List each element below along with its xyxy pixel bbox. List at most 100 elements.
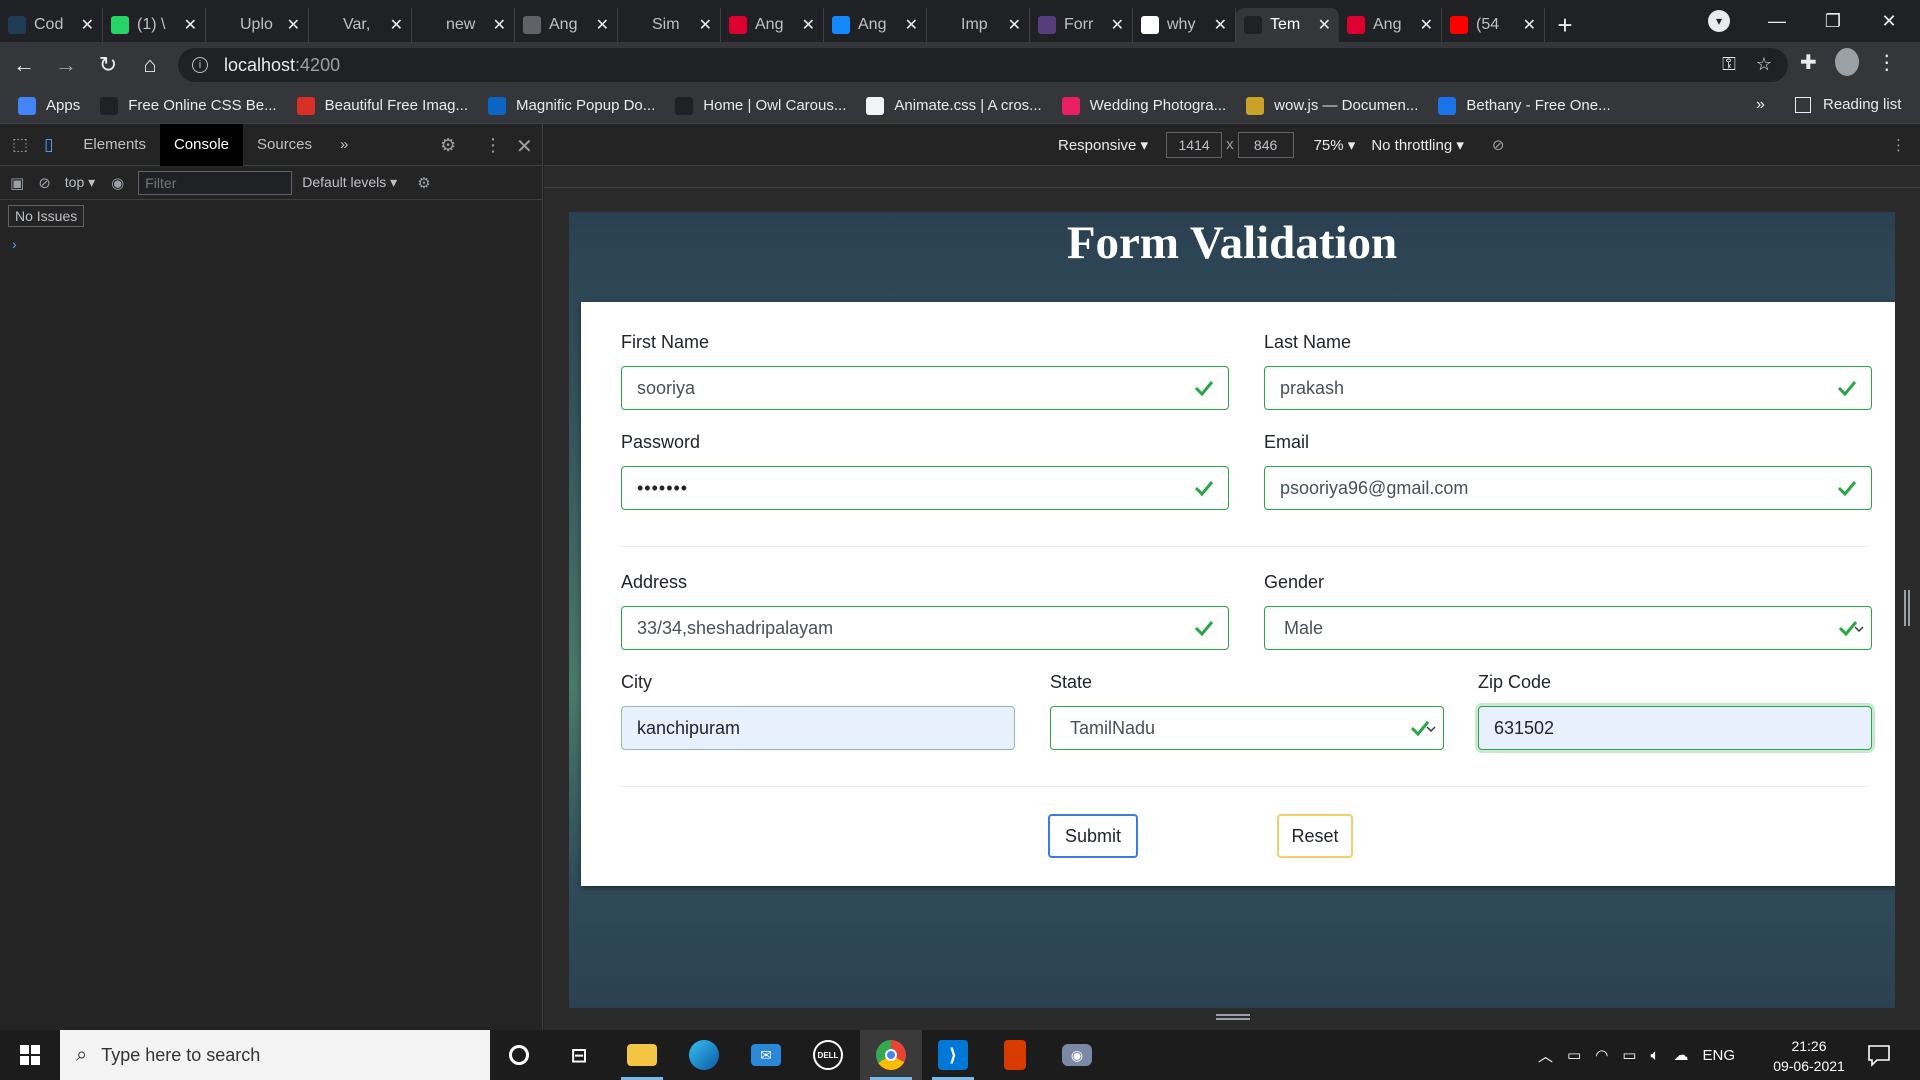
bookmarks-overflow-button[interactable]: » [1756,96,1765,114]
profile-avatar[interactable] [1834,48,1859,76]
bookmark-item[interactable]: Wedding Photogra... [1061,96,1226,115]
close-tab-icon[interactable]: ✕ [905,15,918,35]
chrome-icon[interactable] [860,1030,922,1080]
browser-tab[interactable]: Ang ✕ [824,8,927,42]
dell-icon[interactable]: DELL [797,1030,859,1080]
devtools-menu-icon[interactable]: ⋮ [484,135,502,156]
close-tab-icon[interactable]: ✕ [81,15,94,35]
devtools-settings-icon[interactable]: ⚙ [440,135,456,156]
vscode-icon[interactable]: ⟩ [922,1030,984,1080]
console-settings-icon[interactable]: ⚙ [417,174,430,192]
browser-tab[interactable]: Tem ✕ [1236,8,1339,42]
browser-tab[interactable]: why ✕ [1133,8,1236,42]
close-tab-icon[interactable]: ✕ [1008,15,1021,35]
browser-tab[interactable]: (1) \ ✕ [103,8,206,42]
task-view-icon[interactable]: ⊟ [548,1030,610,1080]
input-language[interactable]: ENG [1703,1047,1736,1064]
live-expression-eye-icon[interactable]: ◉ [111,174,124,192]
restore-button[interactable]: ❐ [1810,6,1856,36]
bookmark-item[interactable]: Magnific Popup Do... [488,96,655,115]
browser-tab[interactable]: Sim ✕ [618,8,721,42]
minimize-button[interactable]: — [1754,6,1800,36]
browser-tab[interactable]: Ang ✕ [1339,8,1442,42]
home-button[interactable]: ⌂ [132,47,168,83]
tab-elements[interactable]: Elements [69,124,160,166]
device-toolbar-icon[interactable]: ▯ [44,135,53,155]
inspect-element-icon[interactable]: ⬚ [12,135,28,155]
browser-tab[interactable]: Cod ✕ [0,8,103,42]
bookmark-item[interactable]: Apps [18,96,80,115]
close-tab-icon[interactable]: ✕ [493,15,506,35]
browser-tab[interactable]: (54 ✕ [1442,8,1545,42]
viewport-resize-handle-right[interactable] [1904,590,1910,626]
first-name-input[interactable]: sooriya [621,366,1229,410]
bookmark-item[interactable]: Beautiful Free Imag... [296,96,468,115]
close-tab-icon[interactable]: ✕ [390,15,403,35]
browser-tab[interactable]: Imp ✕ [927,8,1030,42]
zoom-select[interactable]: 75% ▾ [1314,136,1356,154]
action-center-icon[interactable] [1866,1042,1892,1068]
key-icon[interactable]: ⚿ [1722,54,1736,75]
close-tab-icon[interactable]: ✕ [596,15,609,35]
cortana-icon[interactable] [488,1030,550,1080]
device-mode-select[interactable]: Responsive ▾ [1058,136,1148,154]
close-tab-icon[interactable]: ✕ [1111,15,1124,35]
clear-console-icon[interactable]: ⊘ [38,174,51,192]
devtools-close-icon[interactable]: ✕ [516,134,533,159]
browser-tab[interactable]: Forr ✕ [1030,8,1133,42]
close-window-button[interactable]: ✕ [1866,6,1912,36]
start-button[interactable] [0,1030,60,1080]
gender-select[interactable]: Male [1264,606,1872,650]
taskbar-search-box[interactable]: ⌕ Type here to search [60,1030,490,1080]
onedrive-cloud-icon[interactable]: ☁ [1674,1046,1689,1064]
bookmark-item[interactable]: Home | Owl Carous... [675,96,846,115]
bookmark-item[interactable]: wow.js — Documen... [1246,96,1418,115]
viewport-width-input[interactable] [1166,131,1223,158]
camera-icon[interactable]: ◉ [1046,1030,1108,1080]
city-input[interactable]: kanchipuram [621,706,1015,750]
console-prompt[interactable]: › [12,236,17,252]
browser-tab[interactable]: Var, ✕ [309,8,412,42]
tab-console[interactable]: Console [159,123,243,166]
address-bar[interactable]: i localhost:4200 ⚿ ☆ [178,48,1788,82]
close-tab-icon[interactable]: ✕ [1318,15,1331,35]
bookmark-item[interactable]: Animate.css | A cros... [866,96,1042,115]
wifi-icon[interactable]: ◠ [1595,1046,1608,1064]
state-select[interactable]: TamilNadu [1050,706,1444,750]
issues-badge[interactable]: No Issues [8,205,85,227]
back-button[interactable]: ← [6,47,42,83]
reading-list-button[interactable]: Reading list [1795,96,1901,113]
extensions-icon[interactable]: ✚ [1800,50,1817,75]
zip-code-input[interactable]: 631502 [1478,706,1872,750]
edge-icon[interactable] [673,1030,735,1080]
viewport-resize-handle-bottom[interactable] [1216,1014,1250,1020]
viewport-height-input[interactable] [1237,131,1294,158]
close-tab-icon[interactable]: ✕ [1420,15,1433,35]
close-tab-icon[interactable]: ✕ [184,15,197,35]
address-input[interactable]: 33/34,sheshadripalayam [621,606,1229,650]
show-hidden-icons-icon[interactable]: ︿ [1538,1045,1553,1066]
file-explorer-icon[interactable] [611,1030,673,1080]
reset-button[interactable]: Reset [1277,814,1353,858]
close-tab-icon[interactable]: ✕ [699,15,712,35]
browser-menu-icon[interactable]: ⋮ [1877,50,1897,75]
site-info-icon[interactable]: i [192,57,208,73]
more-tabs-button[interactable]: » [326,124,362,166]
battery-icon[interactable]: ▭ [1622,1046,1636,1064]
volume-icon[interactable]: 🔈︎ [1650,1047,1659,1064]
close-tab-icon[interactable]: ✕ [802,15,815,35]
bookmark-item[interactable]: Bethany - Free One... [1438,96,1611,115]
close-tab-icon[interactable]: ✕ [1523,15,1536,35]
mail-icon[interactable]: ✉ [735,1030,797,1080]
console-sidebar-icon[interactable]: ▣ [10,174,24,192]
meet-now-icon[interactable]: ▭ [1567,1046,1581,1064]
email-input[interactable]: psooriya96@gmail.com [1264,466,1872,510]
browser-tab[interactable]: new ✕ [412,8,515,42]
new-tab-button[interactable]: + [1545,8,1585,42]
close-tab-icon[interactable]: ✕ [1214,15,1227,35]
browser-tab[interactable]: Uplo ✕ [206,8,309,42]
console-filter-input[interactable] [138,170,293,195]
password-input[interactable]: ••••••• [621,466,1229,510]
browser-tab[interactable]: Ang ✕ [721,8,824,42]
context-select[interactable]: top ▾ [65,174,95,191]
